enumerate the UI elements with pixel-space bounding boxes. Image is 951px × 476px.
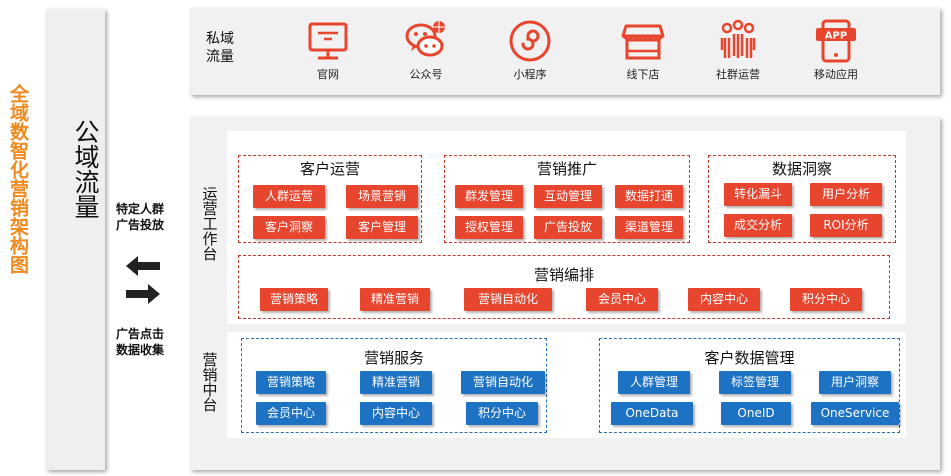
service-button[interactable]: 会员中心 <box>256 402 326 425</box>
service-button[interactable]: 内容中心 <box>360 402 432 425</box>
group-title: 营销推广 <box>536 160 597 178</box>
service-button[interactable]: 营销自动化 <box>461 371 545 394</box>
ops-platform-label-text: 运营工作台 <box>200 186 219 261</box>
service-button[interactable]: 精准营销 <box>360 371 432 394</box>
wechat-icon <box>405 21 445 57</box>
private-traffic-panel: 私域 流量 官网 公众号 小程序 线下店 社群运营 APP 移动应用 <box>190 8 940 95</box>
marketing-center-label: 营销中台 <box>199 352 219 417</box>
miniprogram-icon <box>509 20 551 62</box>
module-button[interactable]: 营销策略 <box>260 288 328 311</box>
customer-ops-group: 客户运营 人群运营 场景营销 客户洞察 客户管理 <box>238 155 422 243</box>
module-button[interactable]: 内容中心 <box>688 288 760 311</box>
channel-label: 官网 <box>317 68 339 81</box>
data-button[interactable]: 标签管理 <box>719 371 791 394</box>
marketing-services-group: 营销服务 营销策略 精准营销 营销自动化 会员中心 内容中心 积分中心 <box>241 338 547 433</box>
module-button[interactable]: 数据打通 <box>615 185 683 208</box>
service-button[interactable]: 积分中心 <box>466 402 538 425</box>
targeted-label-1: 特定人群 <box>116 202 165 216</box>
module-button[interactable]: 精准营销 <box>360 288 430 311</box>
group-title: 营销服务 <box>363 349 424 367</box>
channel-label: 小程序 <box>513 68 547 81</box>
app-icon: APP <box>816 19 856 63</box>
channel-label: 线下店 <box>626 68 660 81</box>
channel-label: 移动应用 <box>814 68 858 81</box>
channel-mini-program: 小程序 <box>490 8 570 82</box>
module-button[interactable]: 转化漏斗 <box>724 183 792 206</box>
private-label-line-2: 流量 <box>206 49 234 65</box>
data-button[interactable]: OneService <box>811 402 899 425</box>
module-button[interactable]: 客户洞察 <box>253 216 325 239</box>
channel-official-account: 公众号 <box>386 8 466 82</box>
channel-website: 官网 <box>288 8 368 82</box>
module-button[interactable]: 积分中心 <box>790 288 862 311</box>
module-button[interactable]: 成交分析 <box>724 214 792 237</box>
module-button[interactable]: 人群运营 <box>253 185 325 208</box>
collect-label-2: 数据收集 <box>116 343 165 357</box>
module-button[interactable]: 渠道管理 <box>615 216 683 239</box>
data-button[interactable]: OneData <box>611 402 693 425</box>
orchestration-group: 营销编排 营销策略 精准营销 营销自动化 会员中心 内容中心 积分中心 <box>238 255 890 319</box>
module-button[interactable]: 用户分析 <box>810 183 882 206</box>
channel-label: 公众号 <box>409 68 443 81</box>
diagram-title: 全域数智化营销架构图 <box>7 84 29 274</box>
arrow-left-icon <box>126 256 160 276</box>
app-badge-text: APP <box>825 31 847 42</box>
public-traffic-label: 公域流量 <box>71 119 100 219</box>
store-icon <box>621 24 665 60</box>
module-button[interactable]: 场景营销 <box>346 185 418 208</box>
module-button[interactable]: 授权管理 <box>455 216 523 239</box>
arrow-right-icon <box>126 284 160 304</box>
customer-data-mgmt-group: 客户数据管理 人群管理 标签管理 用户洞察 OneData OneID OneS… <box>599 338 900 433</box>
marketing-center-label-text: 营销中台 <box>200 352 219 412</box>
marketing-promo-group: 营销推广 群发管理 互动管理 数据打通 授权管理 广告投放 渠道管理 <box>444 155 690 243</box>
channel-offline-store: 线下店 <box>603 8 683 82</box>
group-title: 数据洞察 <box>771 160 832 178</box>
public-traffic-panel: 公域流量 <box>46 9 105 470</box>
module-button[interactable]: 互动管理 <box>534 185 602 208</box>
channel-mobile-app: APP 移动应用 <box>796 8 876 82</box>
data-button[interactable]: 人群管理 <box>618 371 690 394</box>
monitor-icon <box>308 22 348 60</box>
channel-community: 社群运营 <box>698 8 778 82</box>
community-icon <box>720 19 756 58</box>
data-button[interactable]: OneID <box>721 402 791 425</box>
data-button[interactable]: 用户洞察 <box>819 371 891 394</box>
group-title: 客户运营 <box>299 160 360 178</box>
channel-label: 社群运营 <box>716 68 760 81</box>
ops-platform-label: 运营工作台 <box>199 186 219 266</box>
targeted-label-2: 广告投放 <box>116 218 165 232</box>
private-label-line-1: 私域 <box>206 31 234 47</box>
module-button[interactable]: 群发管理 <box>455 185 523 208</box>
module-button[interactable]: 客户管理 <box>346 216 418 239</box>
module-button[interactable]: 会员中心 <box>586 288 658 311</box>
module-button[interactable]: ROI分析 <box>810 214 882 237</box>
group-title: 客户数据管理 <box>704 349 795 367</box>
module-button[interactable]: 广告投放 <box>534 216 602 239</box>
group-title: 营销编排 <box>533 266 594 284</box>
data-insight-group: 数据洞察 转化漏斗 用户分析 成交分析 ROI分析 <box>708 155 896 243</box>
collect-label-1: 广告点击 <box>116 327 165 341</box>
service-button[interactable]: 营销策略 <box>256 371 326 394</box>
module-button[interactable]: 营销自动化 <box>464 288 552 311</box>
private-traffic-label: 私域 流量 <box>206 30 234 66</box>
